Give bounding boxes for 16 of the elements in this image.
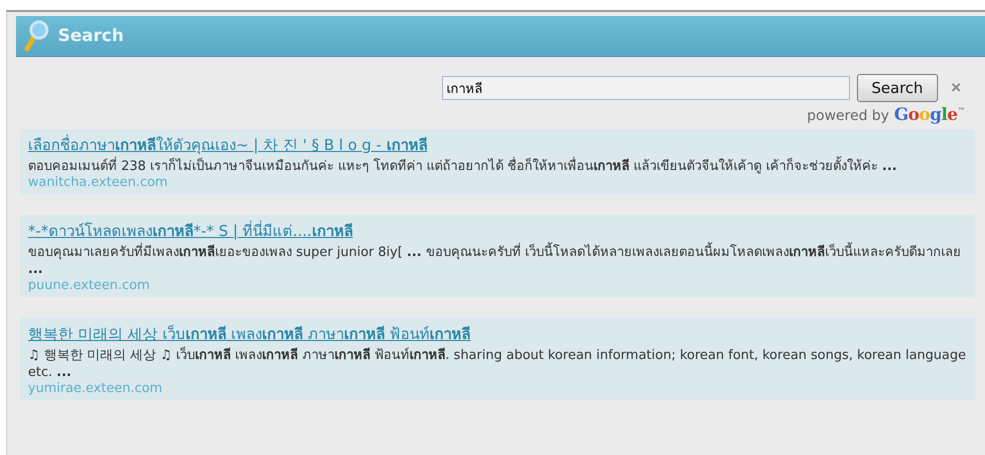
result-url: puune.exteen.com [28, 278, 151, 294]
result-snippet: ตอบคอมเมนต์ที่ 238 เราก็ไม่เป็นภาษาจีนเหมือนกันค่ะ แหะๆ โทดทีค่า แต่ถ้าอยากได้ ชื่อก็ให้หาเพื่อนเกาหลี แล้วเขียนตัวจีนให้เค้าดู เค้าก็จะช่วยตั้งให้ค่ะ ... [28, 158, 967, 175]
powered-by-label: powered by [807, 108, 890, 124]
result-url: yumirae.exteen.com [28, 381, 164, 397]
result-snippet: ขอบคุณมาเลยครับที่มีเพลงเกาหลีเยอะของเพลง super junior 8iy[ ... ขอบคุณนะครับที่ เว็บนี้โหลดได้หลายเพลงเลยตอนนี้ผมโหลดเพลงเกาหลีเว็บนี้แหละครับดีมากเลย ... [28, 244, 967, 278]
panel-title: Search [58, 26, 124, 46]
result-link[interactable]: เลือกชื่อภาษาเกาหลีให้ตัวคุณเอง~ | 차 진 ' § B l o g - เกาหลี [28, 135, 967, 155]
result-snippet: ♫ 행복한 미래의 세상 ♫ เว็บเกาหลี เพลงเกาหลี ภาษาเกาหลี ฟ้อนท์เกาหลี. sharing about korean information; korean font, korean songs, korean language etc. ... [28, 347, 967, 381]
result-link[interactable]: 행복한 미래의 세상 เว็บเกาหลี เพลงเกาหลี ภาษาเกาหลี ฟ้อนท์เกาหลี [28, 324, 967, 344]
google-logo: Google$^{™}$ [894, 105, 965, 125]
search-field[interactable]: เกาหลี [442, 76, 850, 100]
result-url: wanitcha.exteen.com [28, 175, 169, 191]
search-button[interactable]: Search [856, 74, 938, 102]
clear-button[interactable]: × [945, 78, 961, 98]
magnifier-icon [24, 20, 50, 52]
result-link[interactable]: *-*ดาวน์โหลดเพลงเกาหลี*-* S | ที่นี่มีแต่....เกาหลี [28, 221, 967, 241]
